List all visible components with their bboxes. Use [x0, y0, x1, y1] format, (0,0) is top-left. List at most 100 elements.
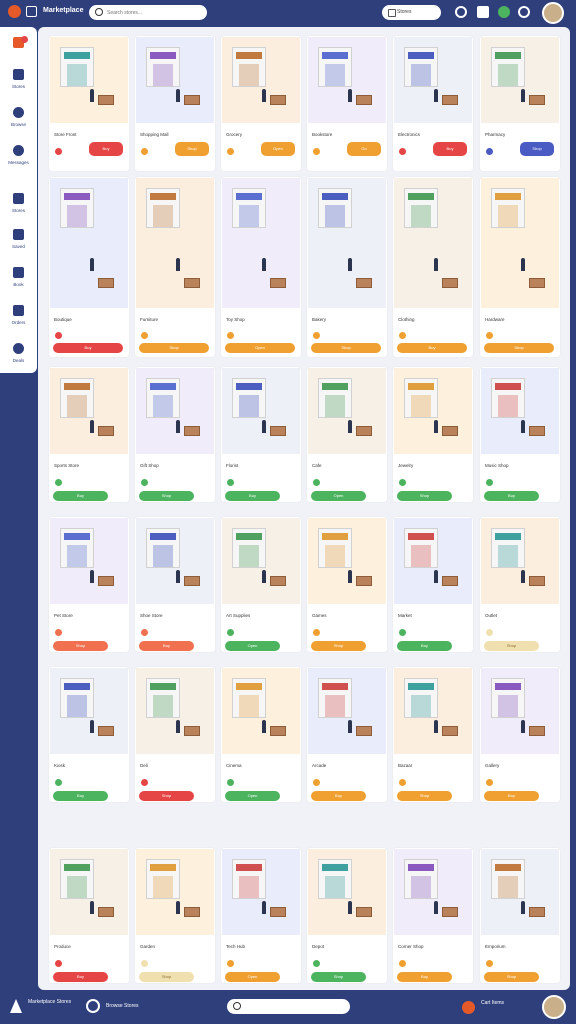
- action-button[interactable]: Buy: [53, 491, 108, 501]
- sidebar-item-bag[interactable]: Stores: [0, 185, 37, 223]
- action-button[interactable]: Open: [225, 791, 280, 801]
- search-input[interactable]: [107, 7, 201, 18]
- profile-icon[interactable]: [86, 999, 100, 1013]
- bottom-search[interactable]: [227, 999, 350, 1014]
- store-card[interactable]: Cafe Open: [307, 367, 387, 502]
- sidebar-item-browse[interactable]: Browse: [0, 99, 37, 137]
- action-button[interactable]: Buy: [397, 641, 452, 651]
- action-button[interactable]: Open: [225, 641, 280, 651]
- action-button[interactable]: Open: [311, 491, 366, 501]
- refresh-icon[interactable]: [498, 6, 510, 18]
- action-button[interactable]: Open: [261, 142, 295, 156]
- store-card[interactable]: Toy Shop Open: [221, 177, 301, 357]
- store-card[interactable]: Electronics Buy: [393, 36, 473, 171]
- action-button[interactable]: Buy: [397, 972, 452, 982]
- store-card[interactable]: Gallery Buy: [480, 667, 560, 802]
- action-button[interactable]: Buy: [484, 791, 539, 801]
- store-card[interactable]: Corner Shop Buy: [393, 848, 473, 983]
- action-button[interactable]: Buy: [139, 641, 194, 651]
- store-card[interactable]: Arcade Buy: [307, 667, 387, 802]
- action-button[interactable]: Shop: [175, 142, 209, 156]
- action-button[interactable]: Shop: [311, 972, 366, 982]
- sidebar-item-book[interactable]: Book: [0, 259, 37, 297]
- store-card[interactable]: Store Front Buy: [49, 36, 129, 171]
- bookmark-icon[interactable]: [477, 6, 489, 18]
- status-dot-icon: [313, 960, 320, 967]
- action-button[interactable]: Buy: [484, 491, 539, 501]
- action-button[interactable]: Shop: [139, 791, 194, 801]
- store-card[interactable]: Pharmacy Shop: [480, 36, 560, 171]
- store-card[interactable]: Cinema Open: [221, 667, 301, 802]
- action-button[interactable]: Buy: [89, 142, 123, 156]
- store-card[interactable]: Hardware Shop: [480, 177, 560, 357]
- action-button[interactable]: Buy: [311, 791, 366, 801]
- store-card[interactable]: Clothing Buy: [393, 177, 473, 357]
- store-card[interactable]: Tech Hub Open: [221, 848, 301, 983]
- crate-icon: [529, 576, 545, 586]
- sidebar-item-label: Messages: [8, 160, 29, 165]
- home-icon[interactable]: [10, 999, 22, 1013]
- store-card[interactable]: Grocery Open: [221, 36, 301, 171]
- store-card[interactable]: Jewelry Shop: [393, 367, 473, 502]
- action-button[interactable]: Shop: [484, 641, 539, 651]
- action-button[interactable]: Buy: [53, 972, 108, 982]
- store-card[interactable]: Florist Buy: [221, 367, 301, 502]
- sidebar-item-orders[interactable]: Orders: [0, 297, 37, 335]
- action-button[interactable]: Shop: [311, 343, 381, 353]
- sidebar-item-messages[interactable]: Messages: [0, 137, 37, 175]
- store-select[interactable]: Stores: [382, 5, 441, 20]
- action-button[interactable]: Buy: [225, 491, 280, 501]
- store-card[interactable]: Shopping Mall Shop: [135, 36, 215, 171]
- action-button[interactable]: Open: [225, 972, 280, 982]
- store-card[interactable]: Boutique Buy: [49, 177, 129, 357]
- store-card[interactable]: Pet Store Shop: [49, 517, 129, 652]
- action-button[interactable]: Buy: [397, 343, 467, 353]
- action-button[interactable]: Shop: [484, 343, 554, 353]
- store-card[interactable]: Depot Shop: [307, 848, 387, 983]
- store-card[interactable]: Bazaar Shop: [393, 667, 473, 802]
- action-button[interactable]: Shop: [139, 972, 194, 982]
- window-icon[interactable]: [26, 6, 37, 17]
- globe-icon[interactable]: [518, 6, 530, 18]
- action-button[interactable]: Shop: [53, 641, 108, 651]
- action-button[interactable]: Buy: [53, 343, 123, 353]
- user-avatar[interactable]: [542, 995, 566, 1019]
- action-button[interactable]: Buy: [53, 791, 108, 801]
- store-card[interactable]: Gift Shop Shop: [135, 367, 215, 502]
- store-card[interactable]: Emporium Shop: [480, 848, 560, 983]
- store-card[interactable]: Art Supplies Open: [221, 517, 301, 652]
- store-card[interactable]: Sports Store Buy: [49, 367, 129, 502]
- store-card[interactable]: Garden Shop: [135, 848, 215, 983]
- avatar[interactable]: [542, 2, 564, 24]
- store-card[interactable]: Music Shop Buy: [480, 367, 560, 502]
- search-icon[interactable]: [455, 6, 467, 18]
- action-button[interactable]: Shop: [484, 972, 539, 982]
- crate-icon: [442, 907, 458, 917]
- action-button[interactable]: Shop: [311, 641, 366, 651]
- action-button[interactable]: Go: [347, 142, 381, 156]
- cart-icon[interactable]: [462, 1001, 475, 1014]
- store-card[interactable]: Bakery Shop: [307, 177, 387, 357]
- store-card[interactable]: Outlet Shop: [480, 517, 560, 652]
- store-card[interactable]: Market Buy: [393, 517, 473, 652]
- store-card[interactable]: Produce Buy: [49, 848, 129, 983]
- store-card[interactable]: Shoe Store Buy: [135, 517, 215, 652]
- action-button[interactable]: Shop: [397, 491, 452, 501]
- action-button[interactable]: Shop: [139, 343, 209, 353]
- action-button[interactable]: Shop: [139, 491, 194, 501]
- store-card[interactable]: Kiosk Buy: [49, 667, 129, 802]
- store-card[interactable]: Bookstore Go: [307, 36, 387, 171]
- sidebar-item-stores[interactable]: Stores: [0, 61, 37, 99]
- search-box[interactable]: [89, 5, 207, 20]
- sidebar-item-deals[interactable]: Deals: [0, 335, 37, 373]
- app-logo-icon[interactable]: [8, 5, 21, 18]
- store-card[interactable]: Games Shop: [307, 517, 387, 652]
- action-button[interactable]: Shop: [397, 791, 452, 801]
- action-button[interactable]: Shop: [520, 142, 554, 156]
- action-button[interactable]: Buy: [433, 142, 467, 156]
- store-card[interactable]: Furniture Shop: [135, 177, 215, 357]
- sidebar-item-saved[interactable]: Saved: [0, 221, 37, 259]
- store-title: Depot: [312, 944, 325, 949]
- store-card[interactable]: Deli Shop: [135, 667, 215, 802]
- action-button[interactable]: Open: [225, 343, 295, 353]
